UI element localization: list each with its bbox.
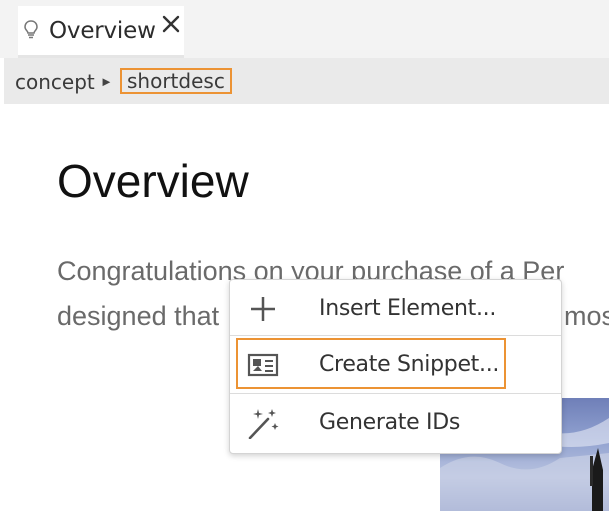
menu-item-label: Insert Element... [319, 296, 497, 321]
tab-title: Overview [49, 18, 156, 44]
breadcrumb-separator-icon: ► [100, 74, 113, 89]
menu-item-label: Generate IDs [319, 410, 461, 435]
plus-icon [251, 297, 275, 321]
document-title[interactable]: Overview [57, 154, 249, 208]
menu-item-insert-element[interactable]: Insert Element... [230, 280, 561, 337]
tab-overview[interactable]: Overview [18, 6, 184, 58]
lightbulb-icon [24, 20, 38, 39]
menu-item-create-snippet[interactable]: Create Snippet... [230, 336, 561, 393]
document-paragraph-line-2[interactable]: designed that [57, 301, 219, 332]
menu-item-generate-ids[interactable]: Generate IDs [230, 394, 561, 451]
breadcrumb: concept ► shortdesc [4, 58, 609, 104]
menu-item-label: Create Snippet... [319, 352, 500, 377]
breadcrumb-item-concept[interactable]: concept [15, 70, 95, 94]
magic-wand-icon [248, 409, 279, 439]
snippet-card-icon [247, 353, 279, 377]
document-paragraph-line-2-tail[interactable]: most [564, 301, 609, 332]
close-icon[interactable] [159, 12, 183, 36]
breadcrumb-current[interactable]: shortdesc [120, 68, 232, 94]
tab-bar: Overview [0, 0, 609, 58]
context-menu: Insert Element... Create Snippet... Gene… [229, 279, 562, 454]
